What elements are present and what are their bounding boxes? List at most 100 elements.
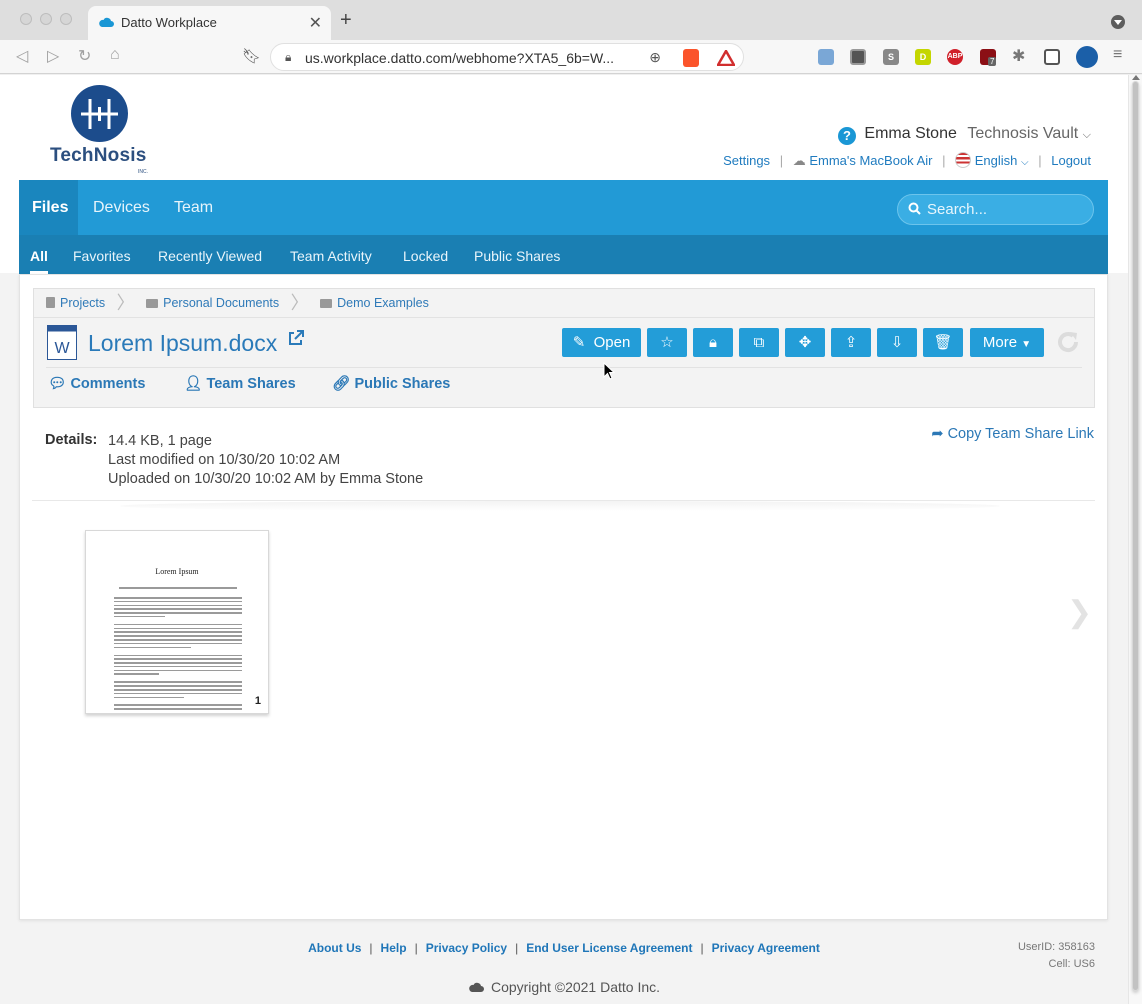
vault-selector[interactable]: Technosis Vault ⌵ xyxy=(967,125,1091,142)
more-button[interactable]: More ▼ xyxy=(970,328,1044,357)
footer-about-us[interactable]: About Us xyxy=(308,941,361,955)
logout-link[interactable]: Logout xyxy=(1051,153,1091,168)
open-button[interactable]: ✎ Open xyxy=(562,328,641,357)
delete-button[interactable]: 🗑︎ xyxy=(923,328,963,357)
breadcrumb-chevron-icon: 〉 xyxy=(290,293,309,313)
tab-search-icon[interactable] xyxy=(1111,15,1125,29)
ghost-extension-icon[interactable] xyxy=(818,49,834,65)
close-tab-icon[interactable]: ✕ xyxy=(309,13,322,33)
wallet-icon[interactable] xyxy=(1044,49,1060,65)
copy-team-share-link[interactable]: ➦ Copy Team Share Link xyxy=(931,426,1094,442)
footer-privacy-policy[interactable]: Privacy Policy xyxy=(426,941,507,955)
edit-icon: ✎ xyxy=(572,334,586,351)
s-extension-icon[interactable]: S xyxy=(883,49,899,65)
trash-icon: 🗑︎ xyxy=(933,334,953,351)
tab-title: Datto Workplace xyxy=(121,15,217,30)
scroll-up-icon[interactable] xyxy=(1132,75,1140,80)
sub-nav: All Favorites Recently Viewed Team Activ… xyxy=(19,235,1108,274)
reload-icon[interactable]: ↻ xyxy=(78,46,91,66)
user-id: UserID: 358163 xyxy=(1017,941,1095,953)
brave-shield-icon[interactable] xyxy=(683,49,699,67)
help-icon[interactable]: ? xyxy=(837,127,856,145)
window-zoom-button[interactable] xyxy=(60,13,72,25)
nav-files[interactable]: Files xyxy=(19,180,78,235)
nav-team[interactable]: Team xyxy=(161,180,226,235)
tab-public-shares[interactable]: 🔗︎ Public Shares xyxy=(332,375,450,392)
subnav-recently-viewed[interactable]: Recently Viewed xyxy=(158,235,262,274)
adblock-plus-icon[interactable]: ABP xyxy=(947,49,963,65)
project-icon xyxy=(46,297,55,308)
new-tab-button[interactable]: + xyxy=(340,9,352,32)
menu-icon[interactable]: ≡ xyxy=(1113,46,1122,64)
details-label: Details: xyxy=(45,432,98,448)
folder-icon xyxy=(146,299,159,308)
subnav-all[interactable]: All xyxy=(30,235,48,274)
page-thumbnail[interactable]: Lorem Ipsum 1 xyxy=(85,530,269,714)
lock-button[interactable]: 🔒︎ xyxy=(693,328,733,357)
browser-tab-strip: Datto Workplace ✕ + xyxy=(0,0,1142,40)
window-minimize-button[interactable] xyxy=(40,13,52,25)
footer-help[interactable]: Help xyxy=(381,941,407,955)
search-input[interactable]: Search... xyxy=(897,194,1094,225)
brave-rewards-icon[interactable] xyxy=(717,50,735,66)
refresh-icon[interactable] xyxy=(1055,329,1081,355)
chevron-down-icon: ⌵ xyxy=(1082,129,1091,141)
next-page-arrow-icon[interactable]: ❯ xyxy=(1067,595,1092,630)
upload-button[interactable]: ⇪ xyxy=(831,328,871,357)
us-flag-icon xyxy=(955,152,972,168)
user-name[interactable]: Emma Stone xyxy=(864,125,956,142)
page-number: 1 xyxy=(254,695,261,707)
cell-id: Cell: US6 xyxy=(1048,958,1095,970)
subnav-team-activity[interactable]: Team Activity xyxy=(290,235,372,274)
file-size: 14.4 KB, 1 page xyxy=(108,433,212,449)
page-scrollbar[interactable] xyxy=(1128,75,1142,1004)
move-button[interactable]: ✥ xyxy=(785,328,825,357)
subnav-locked[interactable]: Locked xyxy=(403,235,448,274)
address-bar[interactable]: 🔒︎ us.workplace.datto.com/webhome?XTA5_6… xyxy=(270,43,744,71)
puzzle-icon[interactable]: ✱ xyxy=(1012,46,1025,66)
folder-icon xyxy=(320,299,333,308)
language-selector[interactable]: English ⌵ xyxy=(975,153,1029,168)
lock-icon: 🔒︎ xyxy=(709,334,717,351)
browser-tab[interactable]: Datto Workplace ✕ xyxy=(88,6,331,40)
back-icon[interactable]: ◁ xyxy=(16,46,28,66)
subnav-public-shares[interactable]: Public Shares xyxy=(474,235,560,274)
profile-avatar[interactable] xyxy=(1076,46,1098,68)
breadcrumb-chevron-icon: 〉 xyxy=(116,293,135,313)
external-link-icon[interactable] xyxy=(287,329,305,347)
nav-devices[interactable]: Devices xyxy=(80,180,163,235)
url-text: us.workplace.datto.com/webhome?XTA5_6b=W… xyxy=(305,50,615,66)
favorite-button[interactable]: ☆ xyxy=(647,328,687,357)
device-link[interactable]: Emma's MacBook Air xyxy=(809,153,932,168)
cloud-device-icon: ☁ xyxy=(792,153,806,168)
bookmark-icon[interactable]: 🔖︎ xyxy=(242,47,261,65)
last-modified: Last modified on 10/30/20 10:02 AM xyxy=(108,452,341,468)
home-icon[interactable]: ⌂ xyxy=(110,46,120,64)
subnav-favorites[interactable]: Favorites xyxy=(73,235,131,274)
breadcrumb-projects[interactable]: Projects xyxy=(60,296,105,310)
breadcrumb-demo-examples[interactable]: Demo Examples xyxy=(337,296,429,310)
scrollbar-thumb[interactable] xyxy=(1132,81,1139,991)
forward-icon[interactable]: ▷ xyxy=(47,46,59,66)
tab-comments[interactable]: 💬︎ Comments xyxy=(48,375,145,392)
settings-link[interactable]: Settings xyxy=(723,153,770,168)
thumbnail-text-lines xyxy=(114,587,242,712)
zoom-icon[interactable]: ⊕ xyxy=(649,49,661,66)
tab-team-shares[interactable]: 👤︎ Team Shares xyxy=(184,375,296,392)
breadcrumb-personal-documents[interactable]: Personal Documents xyxy=(163,296,279,310)
notion-extension-icon[interactable] xyxy=(850,49,866,65)
technosis-logo[interactable]: TechNosis INC. xyxy=(50,85,150,175)
cloud-logo-icon xyxy=(469,982,484,992)
copy-button[interactable]: ⧉ xyxy=(739,328,779,357)
footer-links: About Us | Help | Privacy Policy | End User Li… xyxy=(308,941,820,955)
lock-icon: 🔒︎ xyxy=(285,50,292,64)
download-button[interactable]: ⇩ xyxy=(877,328,917,357)
d-extension-icon[interactable]: D xyxy=(915,49,931,65)
file-details: 14.4 KB, 1 page Last modified on 10/30/2… xyxy=(108,432,423,489)
window-close-button[interactable] xyxy=(20,13,32,25)
footer-privacy-agreement[interactable]: Privacy Agreement xyxy=(712,941,820,955)
copy-icon: ⧉ xyxy=(753,334,765,351)
footer-eula[interactable]: End User License Agreement xyxy=(526,941,692,955)
copyright: Copyright ©2021 Datto Inc. xyxy=(0,979,1128,995)
search-icon xyxy=(908,202,921,215)
